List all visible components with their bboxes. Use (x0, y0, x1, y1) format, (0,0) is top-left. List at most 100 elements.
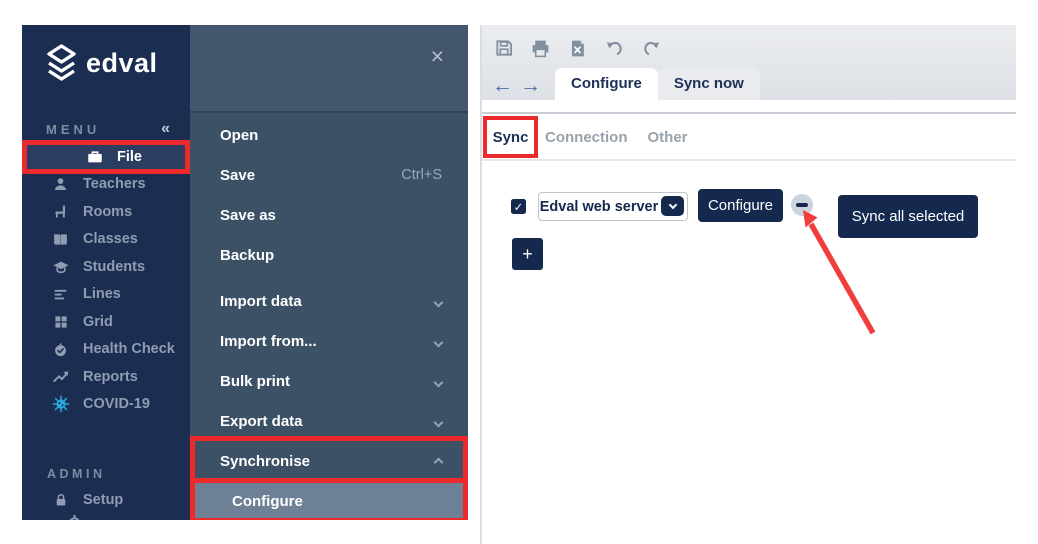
server-checkbox[interactable]: ✓ (511, 199, 526, 214)
menu-item-label: Import from... (220, 332, 317, 350)
save-icon[interactable] (493, 37, 514, 59)
sidebar-item-classes[interactable]: Classes (22, 226, 190, 254)
remove-server-button[interactable] (791, 194, 813, 216)
add-server-button[interactable]: + (512, 238, 543, 270)
sidebar: edval MENU « File Teachers Rooms Classes… (22, 25, 190, 520)
menu-item-import-data[interactable]: Import data (190, 281, 468, 321)
sync-all-selected-button[interactable]: Sync all selected (838, 195, 978, 238)
menu-label: MENU (46, 121, 101, 137)
menu-item-label: Export data (220, 412, 303, 430)
subtab-top-divider (482, 112, 1016, 114)
sidebar-item-grid[interactable]: Grid (22, 308, 190, 336)
logo-text: edval (86, 47, 158, 78)
sidebar-item-lines[interactable]: Lines (22, 281, 190, 309)
health-check-icon (51, 341, 70, 358)
configure-server-button[interactable]: Configure (698, 189, 783, 222)
server-select[interactable]: Edval web server (538, 192, 688, 221)
trend-icon (51, 368, 70, 386)
sidebar-item-label: Grid (83, 313, 113, 330)
subtab-bottom-divider (482, 159, 1016, 161)
sidebar-item-label: Rooms (83, 203, 133, 220)
undo-icon[interactable] (604, 37, 625, 59)
briefcase-icon (85, 148, 104, 166)
person-icon (51, 176, 70, 193)
menu-item-save-as[interactable]: Save as (190, 195, 468, 235)
chair-icon (51, 203, 70, 220)
sidebar-item-setup[interactable]: Setup (22, 486, 190, 514)
menu-item-label: Save as (220, 206, 276, 224)
menu-item-label: Synchronise (220, 452, 311, 470)
menu-header: MENU « (46, 120, 170, 138)
toolbar: ← → Configure Sync now (482, 25, 1016, 100)
highlight-box (22, 140, 190, 174)
menu-item-bulk-print[interactable]: Bulk print (190, 361, 468, 401)
close-icon[interactable]: × (431, 45, 444, 68)
menu-item-import-from[interactable]: Import from... (190, 321, 468, 361)
menu-item-label: Open (220, 126, 259, 144)
sidebar-item-label: Reports (83, 368, 138, 385)
history-nav: ← → (492, 75, 541, 96)
tab-sync-now[interactable]: Sync now (657, 68, 760, 100)
chevron-down-icon (661, 196, 684, 216)
subtab-connection[interactable]: Connection (545, 129, 628, 146)
sidebar-nav: File Teachers Rooms Classes Students Lin… (22, 140, 190, 419)
collapse-sidebar-icon[interactable]: « (161, 120, 170, 138)
page-tabs: Configure Sync now (555, 68, 760, 100)
grid-icon (51, 314, 70, 330)
lock-icon (51, 492, 70, 508)
shortcut-label: Ctrl+S (401, 167, 442, 183)
menu-item-save[interactable]: Save Ctrl+S (190, 155, 468, 195)
menu-item-configure[interactable]: Configure (190, 478, 468, 520)
back-arrow-icon[interactable]: ← (492, 75, 513, 96)
admin-section-label: ADMIN (47, 467, 106, 481)
sidebar-item-label: COVID-19 (83, 396, 150, 413)
subtab-sync[interactable]: Sync (483, 116, 538, 158)
toolbar-icons (493, 37, 662, 59)
sidebar-item-file[interactable]: File (22, 140, 190, 174)
menu-item-export-data[interactable]: Export data (190, 401, 468, 441)
chevron-down-icon (433, 293, 444, 310)
menu-item-label: Import data (220, 292, 302, 310)
sidebar-item-label: Lines (83, 286, 121, 303)
graduation-cap-icon (51, 258, 70, 276)
sidebar-item-students[interactable]: Students (22, 253, 190, 281)
sidebar-item-label: Students (83, 258, 146, 275)
chevron-down-icon (433, 373, 444, 390)
flyout-items: Open Save Ctrl+S Save as Backup Import d… (190, 115, 468, 520)
sidebar-item-label: File (117, 148, 142, 165)
subtab-label: Sync (492, 128, 529, 146)
server-select-value: Edval web server (539, 198, 659, 215)
forward-arrow-icon[interactable]: → (520, 75, 541, 96)
redo-icon[interactable] (641, 37, 662, 59)
menu-item-backup[interactable]: Backup (190, 235, 468, 275)
file-flyout-menu: × Open Save Ctrl+S Save as Backup Import… (190, 25, 468, 520)
subtab-other[interactable]: Other (648, 129, 688, 146)
sidebar-item-covid19[interactable]: COVID-19 (22, 391, 190, 419)
sidebar-item-label: Classes (83, 231, 138, 248)
menu-item-synchronise[interactable]: Synchronise (190, 436, 468, 483)
sidebar-item-teachers[interactable]: Teachers (22, 171, 190, 199)
flyout-header: × (190, 25, 468, 113)
menu-item-open[interactable]: Open (190, 115, 468, 155)
chevron-up-icon (433, 453, 444, 470)
tab-configure[interactable]: Configure (555, 68, 658, 100)
export-excel-icon[interactable] (567, 37, 588, 59)
print-icon[interactable] (530, 37, 551, 59)
pane-divider (480, 25, 482, 544)
minus-icon (796, 203, 808, 207)
book-icon (51, 231, 70, 248)
menu-item-label: Configure (232, 492, 303, 510)
sync-subtabs: Sync Connection Other (483, 116, 688, 158)
sidebar-item-reports[interactable]: Reports (22, 363, 190, 391)
check-icon: ✓ (513, 201, 524, 214)
lines-icon (51, 286, 70, 303)
chevron-down-icon (433, 333, 444, 350)
menu-item-label: Backup (220, 246, 275, 264)
sidebar-item-health-check[interactable]: Health Check (22, 336, 190, 364)
menu-item-label: Bulk print (220, 372, 290, 390)
sidebar-item-rooms[interactable]: Rooms (22, 198, 190, 226)
gear-icon (66, 514, 83, 520)
menu-item-label: Save (220, 166, 256, 184)
sidebar-item-label: Teachers (83, 176, 146, 193)
sidebar-item-label: Setup (83, 491, 124, 508)
